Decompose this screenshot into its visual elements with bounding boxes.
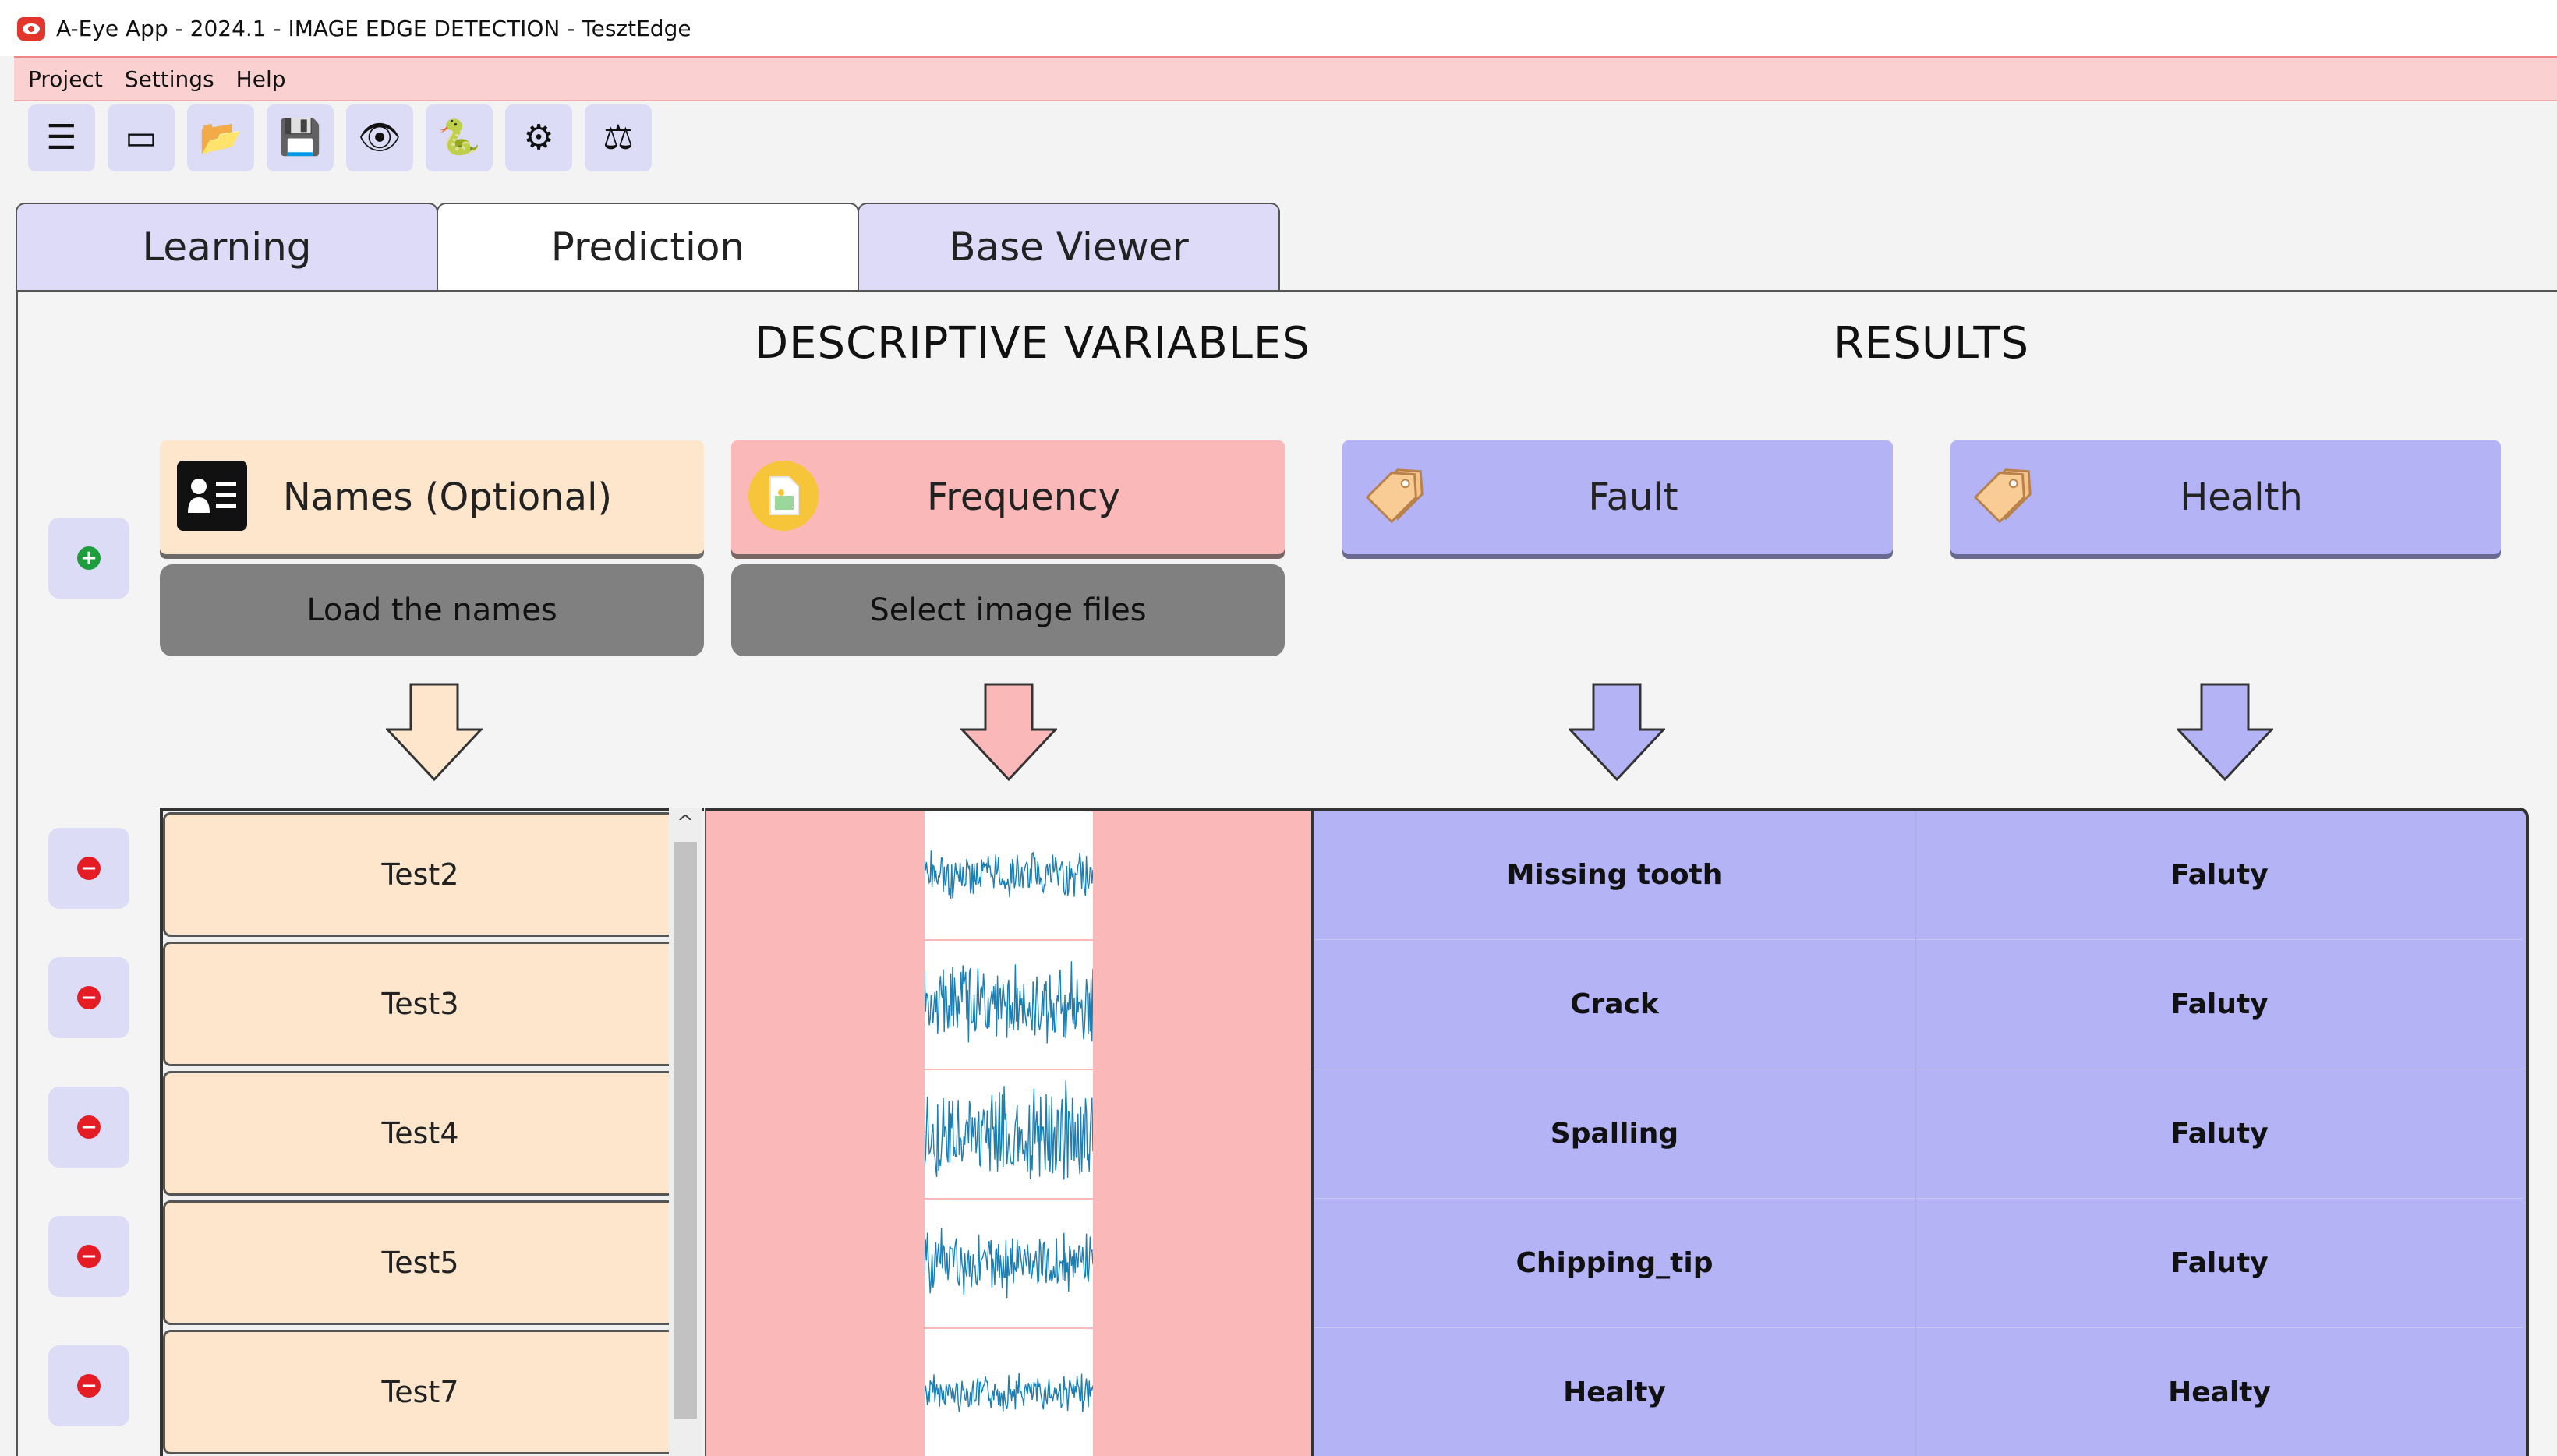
names-variable-card[interactable]: Names (Optional) [160,440,704,554]
health-result-cell: Faluty [1916,1069,2523,1199]
health-result-cell: Healty [1916,1328,2523,1456]
scroll-up-icon[interactable]: ^ [669,808,702,839]
frequency-image[interactable] [924,1329,1094,1456]
remove-row-button[interactable]: − [48,1087,129,1168]
name-cell[interactable]: Test3 [163,942,677,1066]
remove-row-button[interactable]: − [48,1345,129,1426]
frequency-image-list [705,808,1314,1456]
toolbar-button-open-folder[interactable]: 📂 [187,104,254,171]
tag-icon [1360,461,1430,531]
image-file-icon [748,461,819,531]
down-arrow-icon [960,683,1057,781]
descriptive-variables-title: DESCRIPTIVE VARIABLES [755,318,1310,369]
results-table: Missing tooth Faluty Crack Faluty Spalling Fa… [1314,808,2529,1456]
health-variable-label: Health [2180,475,2303,519]
menu-bar: Project Settings Help [14,56,2557,101]
remove-row-button[interactable]: − [48,828,129,909]
waveform-icon [924,850,1094,899]
scroll-thumb[interactable] [674,842,697,1419]
health-result-cell: Faluty [1916,811,2523,940]
fault-variable-card[interactable]: Fault [1342,440,1893,554]
plus-icon: + [77,546,101,570]
menu-project[interactable]: Project [14,66,111,92]
name-cell[interactable]: Test7 [163,1330,677,1454]
fault-result-cell: Chipping_tip [1314,1199,1915,1328]
frequency-image[interactable] [924,1200,1094,1327]
frequency-variable-card[interactable]: Frequency [731,440,1285,554]
toolbar-button-gear[interactable]: ⚙ [505,104,572,171]
list-icon: ☰ [46,118,77,157]
minus-icon: − [77,1115,101,1139]
menu-settings[interactable]: Settings [111,66,222,92]
minus-icon: − [77,986,101,1009]
down-arrow-icon [386,683,483,781]
frequency-image[interactable] [924,1070,1094,1198]
balance-icon: ⚖ [603,118,634,157]
name-cell[interactable]: Test2 [163,812,677,937]
fault-variable-label: Fault [1588,475,1678,519]
window-title: A-Eye App - 2024.1 - IMAGE EDGE DETECTIO… [56,16,691,41]
names-list: Test2 Test3 Test4 Test5 Test7 [160,808,704,1456]
fault-result-cell: Crack [1314,940,1915,1069]
eye-icon: 👁 [358,118,401,157]
frequency-variable-label: Frequency [927,475,1120,519]
toolbar-button-python[interactable]: 🐍 [426,104,493,171]
toolbar-button-save[interactable]: 💾 [267,104,334,171]
python-icon: 🐍 [437,118,481,157]
minus-icon: − [77,857,101,880]
tag-icon [1968,461,2038,531]
fault-result-cell: Spalling [1314,1069,1915,1199]
names-variable-label: Names (Optional) [282,475,613,519]
health-result-cell: Faluty [1916,940,2523,1069]
gear-icon: ⚙ [523,118,554,157]
remove-row-button[interactable]: − [48,1216,129,1297]
waveform-icon [924,1080,1094,1180]
toolbar: ☰ ▭ 📂 💾 👁 🐍 ⚙ ⚖ [28,104,652,171]
toolbar-button-list[interactable]: ☰ [28,104,95,171]
health-result-cell: Faluty [1916,1199,2523,1328]
id-card-icon [177,461,247,531]
minus-icon: − [77,1245,101,1268]
tab-prediction[interactable]: Prediction [437,203,859,290]
toolbar-button-eye[interactable]: 👁 [346,104,413,171]
load-names-button[interactable]: Load the names [160,564,704,656]
waveform-icon [924,1228,1094,1299]
remove-row-button[interactable]: − [48,957,129,1038]
health-variable-card[interactable]: Health [1950,440,2501,554]
save-icon: 💾 [278,118,322,157]
add-row-button[interactable]: + [48,518,129,599]
title-bar: A-Eye App - 2024.1 - IMAGE EDGE DETECTIO… [0,0,2557,56]
frequency-image[interactable] [924,941,1094,1069]
folder-icon: ▭ [125,118,157,157]
fault-result-cell: Missing tooth [1314,811,1915,940]
minus-icon: − [77,1374,101,1398]
open-folder-icon: 📂 [199,118,242,157]
results-title: RESULTS [1834,318,2030,369]
toolbar-button-balance[interactable]: ⚖ [585,104,652,171]
down-arrow-icon [1569,683,1665,781]
tab-bar: Learning Prediction Base Viewer [16,203,1280,290]
tab-learning[interactable]: Learning [16,203,438,290]
toolbar-button-folder[interactable]: ▭ [108,104,175,171]
name-cell[interactable]: Test5 [163,1200,677,1325]
waveform-icon [924,961,1094,1044]
waveform-icon [924,1373,1094,1412]
names-scrollbar[interactable]: ^ [669,808,702,1456]
frequency-image[interactable] [924,811,1094,939]
app-logo-icon [17,17,45,41]
name-cell[interactable]: Test4 [163,1071,677,1196]
menu-help[interactable]: Help [222,66,294,92]
select-image-files-button[interactable]: Select image files [731,564,1285,656]
down-arrow-icon [2177,683,2273,781]
fault-result-cell: Healty [1314,1328,1915,1456]
tab-base-viewer[interactable]: Base Viewer [858,203,1280,290]
